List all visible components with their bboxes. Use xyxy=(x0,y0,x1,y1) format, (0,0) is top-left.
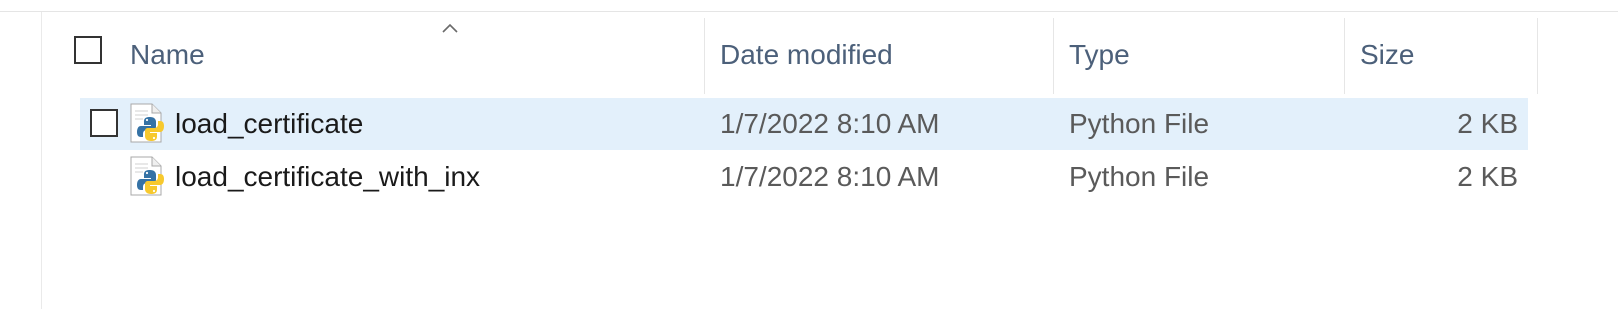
file-type: Python File xyxy=(1069,108,1210,139)
column-header-date-modified-label: Date modified xyxy=(720,39,893,70)
column-header-date-modified[interactable]: Date modified xyxy=(705,12,1053,94)
python-file-icon xyxy=(130,103,164,143)
file-row[interactable]: load_certificate 1/7/2022 8:10 AM Python… xyxy=(80,98,1528,150)
file-type: Python File xyxy=(1069,161,1210,192)
column-header-row: Name Date modified Type Size xyxy=(42,12,1618,94)
file-row[interactable]: load_certificate_with_inx 1/7/2022 8:10 … xyxy=(80,151,1528,203)
column-divider-size[interactable] xyxy=(1537,18,1538,94)
file-name: load_certificate xyxy=(175,108,364,139)
column-header-type[interactable]: Type xyxy=(1054,12,1344,94)
file-size: 2 KB xyxy=(1457,108,1518,139)
select-all-checkbox[interactable] xyxy=(74,36,102,64)
file-date-modified: 1/7/2022 8:10 AM xyxy=(720,161,940,192)
column-header-size-label: Size xyxy=(1360,39,1415,70)
column-header-name-label: Name xyxy=(130,39,205,70)
file-date-modified: 1/7/2022 8:10 AM xyxy=(720,108,940,139)
python-file-icon xyxy=(130,156,164,196)
column-header-type-label: Type xyxy=(1069,39,1130,70)
row-checkbox[interactable] xyxy=(90,109,118,137)
sort-ascending-icon xyxy=(442,23,458,33)
file-size: 2 KB xyxy=(1457,161,1518,192)
file-name: load_certificate_with_inx xyxy=(175,161,481,192)
column-header-size[interactable]: Size xyxy=(1345,12,1537,94)
column-header-name[interactable]: Name xyxy=(104,12,704,94)
